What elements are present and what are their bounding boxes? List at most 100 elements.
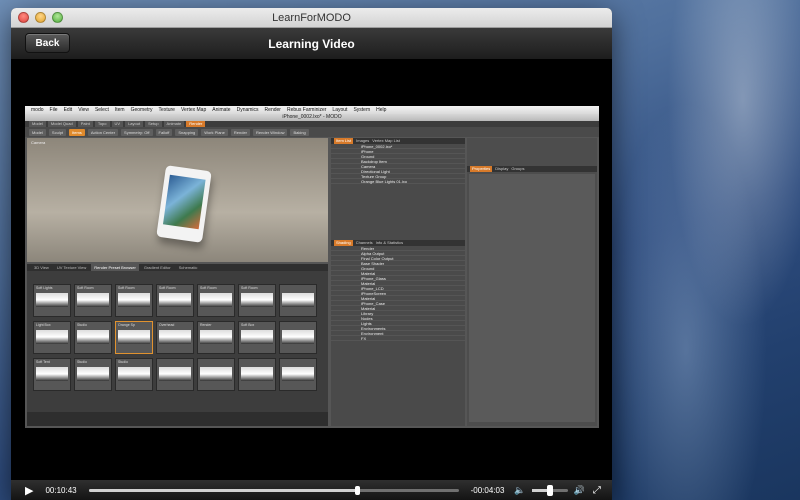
- preset-thumbnail-label: Soft Tent: [36, 360, 50, 364]
- preset-thumbnail-label: Orange Sp: [118, 323, 135, 327]
- shader-tree-row: FX: [331, 336, 465, 341]
- recorded-timeline: [27, 412, 328, 426]
- shader-tree: Render Alpha Output Final Color Output Base…: [331, 246, 465, 341]
- recorded-menu-item: File: [49, 107, 58, 113]
- preset-thumbnail-image: [282, 293, 314, 307]
- recorded-menu-item: Edit: [63, 107, 73, 113]
- volume-knob[interactable]: [546, 484, 553, 496]
- preset-thumbnail-image: [159, 293, 191, 307]
- preset-thumbnail-image: [36, 330, 68, 344]
- recorded-menu-item: Help: [376, 107, 387, 113]
- preset-thumbnail-image: [36, 367, 68, 381]
- recorded-menu-bar: modo File Edit View Select Item Geometry Textur…: [25, 106, 599, 114]
- back-button[interactable]: Back: [25, 33, 70, 53]
- preset-thumbnail-image: [200, 367, 232, 381]
- shader-panel-tab: Shading: [334, 240, 353, 246]
- preset-thumbnail-image: [241, 367, 273, 381]
- preset-browser-tab: 3D View: [34, 265, 49, 270]
- preset-thumbnail: Soft Room: [156, 284, 194, 317]
- preset-thumbnail-image: [241, 293, 273, 307]
- page-title: Learning Video: [268, 36, 355, 51]
- preset-thumbnail-label: Studio: [118, 360, 128, 364]
- preset-thumbnail-image: [282, 367, 314, 381]
- play-icon[interactable]: ▶: [25, 484, 33, 497]
- recorded-toolbar-button: Snapping: [175, 128, 199, 136]
- recorded-toolbar-button: Baking: [290, 128, 309, 136]
- preset-thumbnail-image: [159, 330, 191, 344]
- preset-thumbnail-image: [200, 330, 232, 344]
- properties-tab: Groups: [511, 166, 525, 171]
- preset-thumbnail-image: [77, 330, 109, 344]
- remaining-time: -00:04:03: [470, 485, 505, 495]
- preset-thumbnail: Soft Room: [115, 284, 153, 317]
- preset-thumbnail-label: Studio: [77, 323, 87, 327]
- preset-thumbnail: [156, 358, 194, 391]
- recorded-menu-item: Select: [94, 107, 109, 113]
- volume-high-icon[interactable]: 🔊: [574, 485, 585, 496]
- preset-thumbnail-image: [77, 293, 109, 307]
- preset-thumbnail-label: Soft Room: [200, 286, 217, 290]
- recorded-menu-item: Item: [114, 107, 125, 113]
- preset-thumbnail: Orange Sp: [115, 321, 153, 354]
- properties-content: [469, 174, 595, 422]
- progress-knob[interactable]: [355, 485, 361, 495]
- recorded-menu-item: Dynamics: [236, 107, 259, 113]
- recorded-toolbar-button: Symmetry: Off: [121, 128, 153, 136]
- volume-slider[interactable]: [531, 484, 568, 496]
- recorded-toolbar-button: Action Center: [87, 128, 119, 136]
- item-panel-tab: Item List: [334, 138, 354, 144]
- preset-thumbnail: Render: [197, 321, 235, 354]
- properties-tabs: Properties Display Groups: [467, 166, 597, 172]
- preset-thumbnail-image: [118, 330, 150, 344]
- preset-thumbnail: [197, 358, 235, 391]
- preset-thumbnail-label: Light Box: [36, 323, 51, 327]
- preset-thumbnail: Studio: [74, 321, 112, 354]
- preset-thumbnail: Soft Box: [238, 321, 276, 354]
- properties-tab: Display: [495, 166, 509, 171]
- recorded-menu-item: Rebus Farminizer: [286, 107, 327, 113]
- preset-thumbnail-image: [200, 293, 232, 307]
- recorded-layout-tab: Model Quad: [47, 121, 76, 127]
- preset-thumbnail-label: Soft Room: [159, 286, 176, 290]
- preset-thumbnail-image: [159, 367, 191, 381]
- preset-thumbnail-image: [118, 367, 150, 381]
- preset-thumbnail: Studio: [74, 358, 112, 391]
- recorded-toolbar-button: Render Window: [253, 128, 288, 136]
- recorded-preset-browser: 3D View UV Texture View Render Preset Brow…: [27, 264, 328, 412]
- app-window: LearnForMODO Back Learning Video modo Fil…: [11, 8, 612, 500]
- volume-low-icon[interactable]: 🔈: [514, 485, 525, 496]
- recorded-layout-tab: Setup: [145, 121, 162, 127]
- nav-bar: Back Learning Video: [11, 28, 612, 60]
- recorded-toolbar-button: Render: [230, 128, 250, 136]
- fullscreen-icon[interactable]: ⤢: [593, 485, 601, 496]
- preset-browser-tab: Schematic: [178, 265, 198, 270]
- preset-thumbnail-image: [118, 293, 150, 307]
- recorded-menu-item: Texture: [158, 107, 175, 113]
- preset-browser-tab: Gradient Editor: [143, 265, 171, 270]
- recorded-menu-item: View: [78, 107, 89, 113]
- preset-thumbnail: Light Box: [33, 321, 71, 354]
- recorded-menu-item: Geometry: [130, 107, 153, 113]
- preset-thumbnail-image: [282, 330, 314, 344]
- item-tree: iPhone_0002.lxo* iPhone Ground Backdrop Ite…: [331, 144, 465, 240]
- viewport-label: Camera: [31, 140, 46, 145]
- recorded-toolbar-button: Model: [29, 128, 46, 136]
- preset-thumbnail-label: Soft Box: [241, 323, 255, 327]
- properties-tab: Properties: [470, 166, 493, 172]
- preset-browser-tabs: 3D View UV Texture View Render Preset Brow…: [27, 264, 328, 271]
- recorded-item-shader-panels: Item List Images Vertex Map List iPhone_00…: [331, 138, 465, 426]
- recorded-properties-panel: Properties Display Groups: [467, 138, 597, 426]
- progress-scrubber[interactable]: [88, 485, 459, 495]
- preset-thumbnail: [238, 358, 276, 391]
- preset-thumbnail-label: Render: [200, 323, 212, 327]
- recorded-3d-viewport: Camera: [27, 138, 328, 262]
- recorded-layout-tab: Paint: [77, 121, 93, 127]
- preset-browser-tab: Render Preset Browser: [91, 264, 139, 271]
- recorded-menu-item: Vertex Map: [180, 107, 207, 113]
- recorded-menu-item: Render: [264, 107, 281, 113]
- preset-thumbnail-label: Overhead: [159, 323, 175, 327]
- video-player[interactable]: modo File Edit View Select Item Geometry Textur…: [11, 60, 612, 480]
- preset-thumbnail: Studio: [115, 358, 153, 391]
- preset-thumbnail: Overhead: [156, 321, 194, 354]
- item-tree-row: Orange Blue Lights 01.lxo: [331, 179, 465, 184]
